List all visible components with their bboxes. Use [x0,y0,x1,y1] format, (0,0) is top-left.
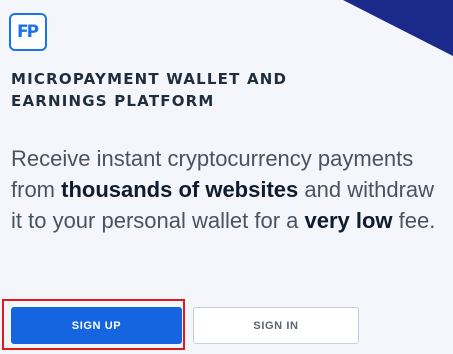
sign-in-button[interactable]: SIGN IN [193,307,359,344]
tagline-line-2: EARNINGS PLATFORM [11,92,215,110]
corner-decoration [343,0,453,56]
logo-text: FP [16,21,39,42]
description-highlight-websites: thousands of websites [61,177,299,202]
page-tagline: MICROPAYMENT WALLET AND EARNINGS PLATFOR… [11,68,341,112]
hero-description: Receive instant cryptocurrency payments … [11,143,449,236]
tagline-line-1: MICROPAYMENT WALLET AND [11,70,288,88]
description-highlight-fee: very low [304,208,393,233]
sign-up-button[interactable]: SIGN UP [11,307,182,344]
description-text-3: fee. [392,208,436,233]
faucetpay-logo-icon[interactable]: FP [9,13,47,51]
corner-triangle-shape [343,0,453,56]
